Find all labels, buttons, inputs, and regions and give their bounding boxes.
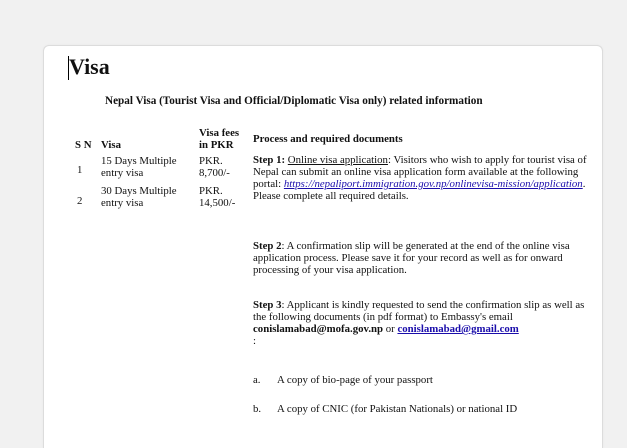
page-title: Visa (69, 54, 110, 79)
header-fees-line1: Visa fees (199, 127, 240, 139)
step2-paragraph: Step 2: A confirmation slip will be gene… (253, 240, 598, 276)
header-process: Process and required documents (253, 133, 403, 145)
online-visa-application-link[interactable]: Online visa application (288, 154, 388, 166)
visa-subtitle: Nepal Visa (Tourist Visa and Official/Di… (105, 95, 483, 107)
step3-end: : (253, 335, 256, 347)
document-text: A copy of bio-page of your passport (277, 374, 433, 386)
document-text: A copy of CNIC (for Pakistan Nationals) … (277, 403, 518, 415)
row1-visa-line1: 15 Days Multiple (101, 155, 177, 167)
document-marker: a. (253, 374, 261, 386)
row2-sn: 2 (77, 195, 83, 207)
row1-fee-line2: 8,700/- (199, 167, 230, 179)
step1-paragraph: Step 1: Online visa application: Visitor… (253, 154, 587, 202)
row1-fee-line1: PKR. (199, 155, 223, 167)
header-fees-line2: in PKR (199, 139, 234, 151)
step3-paragraph: Step 3: Applicant is kindly requested to… (253, 299, 598, 347)
step2-text: : A confirmation slip will be generated … (253, 240, 570, 276)
portal-url-link[interactable]: https://nepaliport.immigration.gov.np/on… (284, 178, 583, 190)
row1-visa-line2: entry visa (101, 167, 144, 179)
document-item: b. A copy of CNIC (for Pakistan Nationals… (253, 403, 517, 415)
visa-info-card: Visa Nepal Visa (Tourist Visa and Offici… (43, 45, 603, 448)
row2-visa-line1: 30 Days Multiple (101, 185, 177, 197)
header-sn: S N (75, 139, 92, 151)
embassy-email-secondary-link[interactable]: conislamabad@gmail.com (397, 323, 518, 335)
row2-fee-line1: PKR. (199, 185, 223, 197)
document-marker: b. (253, 403, 262, 415)
step2-label: Step 2 (253, 240, 282, 252)
step3-text: : Applicant is kindly requested to send … (253, 299, 585, 323)
row2-visa-line2: entry visa (101, 197, 144, 209)
row1-sn: 1 (77, 164, 83, 176)
step1-label: Step 1 (253, 154, 282, 166)
step3-label: Step 3 (253, 299, 282, 311)
row2-fee-line2: 14,500/- (199, 197, 236, 209)
document-item: a. A copy of bio-page of your passport (253, 374, 433, 386)
embassy-email-primary: conislamabad@mofa.gov.np (253, 323, 384, 335)
step3-or: or (383, 323, 398, 335)
header-visa: Visa (101, 139, 121, 151)
